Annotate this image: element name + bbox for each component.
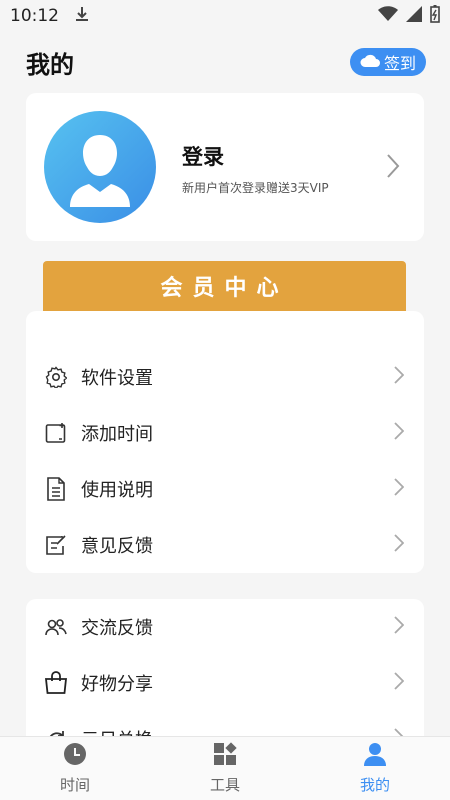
tab-tools[interactable]: 工具 xyxy=(150,737,300,800)
bag-icon xyxy=(44,671,68,695)
download-icon xyxy=(75,6,89,27)
chevron-right-icon xyxy=(394,366,405,388)
profile-card[interactable]: 登录 新用户首次登录赠送3天VIP xyxy=(26,93,424,241)
people-icon xyxy=(44,615,68,639)
login-subtitle: 新用户首次登录赠送3天VIP xyxy=(182,181,329,195)
person-icon xyxy=(364,742,386,770)
menu-item-label: 意见反馈 xyxy=(81,536,153,557)
checkin-button[interactable]: 签到 xyxy=(350,48,426,76)
menu-item-label: 软件设置 xyxy=(81,368,153,389)
chevron-right-icon xyxy=(394,672,405,694)
menu-item-community-feedback[interactable]: 交流反馈 xyxy=(26,599,424,655)
login-label[interactable]: 登录 xyxy=(182,141,224,171)
chevron-right-icon xyxy=(394,534,405,556)
avatar[interactable] xyxy=(44,111,156,223)
tab-time[interactable]: 时间 xyxy=(0,737,150,800)
menu-item-label: 好物分享 xyxy=(81,674,153,695)
gear-icon xyxy=(44,365,68,389)
chevron-right-icon xyxy=(394,422,405,444)
header: 我的 签到 xyxy=(26,42,426,82)
page-title: 我的 xyxy=(26,50,74,79)
status-time: 10:12 xyxy=(10,6,59,26)
checkin-label: 签到 xyxy=(383,54,416,73)
vip-center-button[interactable]: 会员中心 xyxy=(43,261,406,311)
battery-icon xyxy=(430,4,440,28)
clock-icon xyxy=(63,742,87,770)
menu-item-software-settings[interactable]: 软件设置 xyxy=(26,349,424,405)
menu-item-instructions[interactable]: 使用说明 xyxy=(26,461,424,517)
menu-item-goods-share[interactable]: 好物分享 xyxy=(26,655,424,711)
tab-mine[interactable]: 我的 xyxy=(300,737,450,800)
tab-label: 时间 xyxy=(59,776,90,794)
cloud-icon xyxy=(360,53,380,72)
feedback-icon xyxy=(44,533,68,557)
tools-icon xyxy=(213,742,237,770)
menu-group-settings: 软件设置 添加时间 使用说明 意见反馈 xyxy=(26,311,424,573)
vip-center-label: 会员中心 xyxy=(160,276,289,301)
tab-label: 我的 xyxy=(359,776,390,794)
menu-item-label: 交流反馈 xyxy=(81,618,153,639)
status-bar: 10:12 xyxy=(0,0,450,32)
menu-item-feedback[interactable]: 意见反馈 xyxy=(26,517,424,573)
menu-item-label: 使用说明 xyxy=(81,480,153,501)
bottom-nav: 时间 工具 我的 xyxy=(0,736,450,800)
tab-label: 工具 xyxy=(209,776,240,794)
wifi-icon xyxy=(378,5,398,27)
add-time-icon xyxy=(44,421,68,445)
signal-icon xyxy=(406,5,422,27)
chevron-right-icon xyxy=(386,153,400,183)
document-icon xyxy=(44,477,68,501)
menu-item-add-time[interactable]: 添加时间 xyxy=(26,405,424,461)
person-silhouette-icon xyxy=(70,135,130,207)
menu-item-label: 添加时间 xyxy=(81,424,153,445)
chevron-right-icon xyxy=(394,478,405,500)
chevron-right-icon xyxy=(394,616,405,638)
